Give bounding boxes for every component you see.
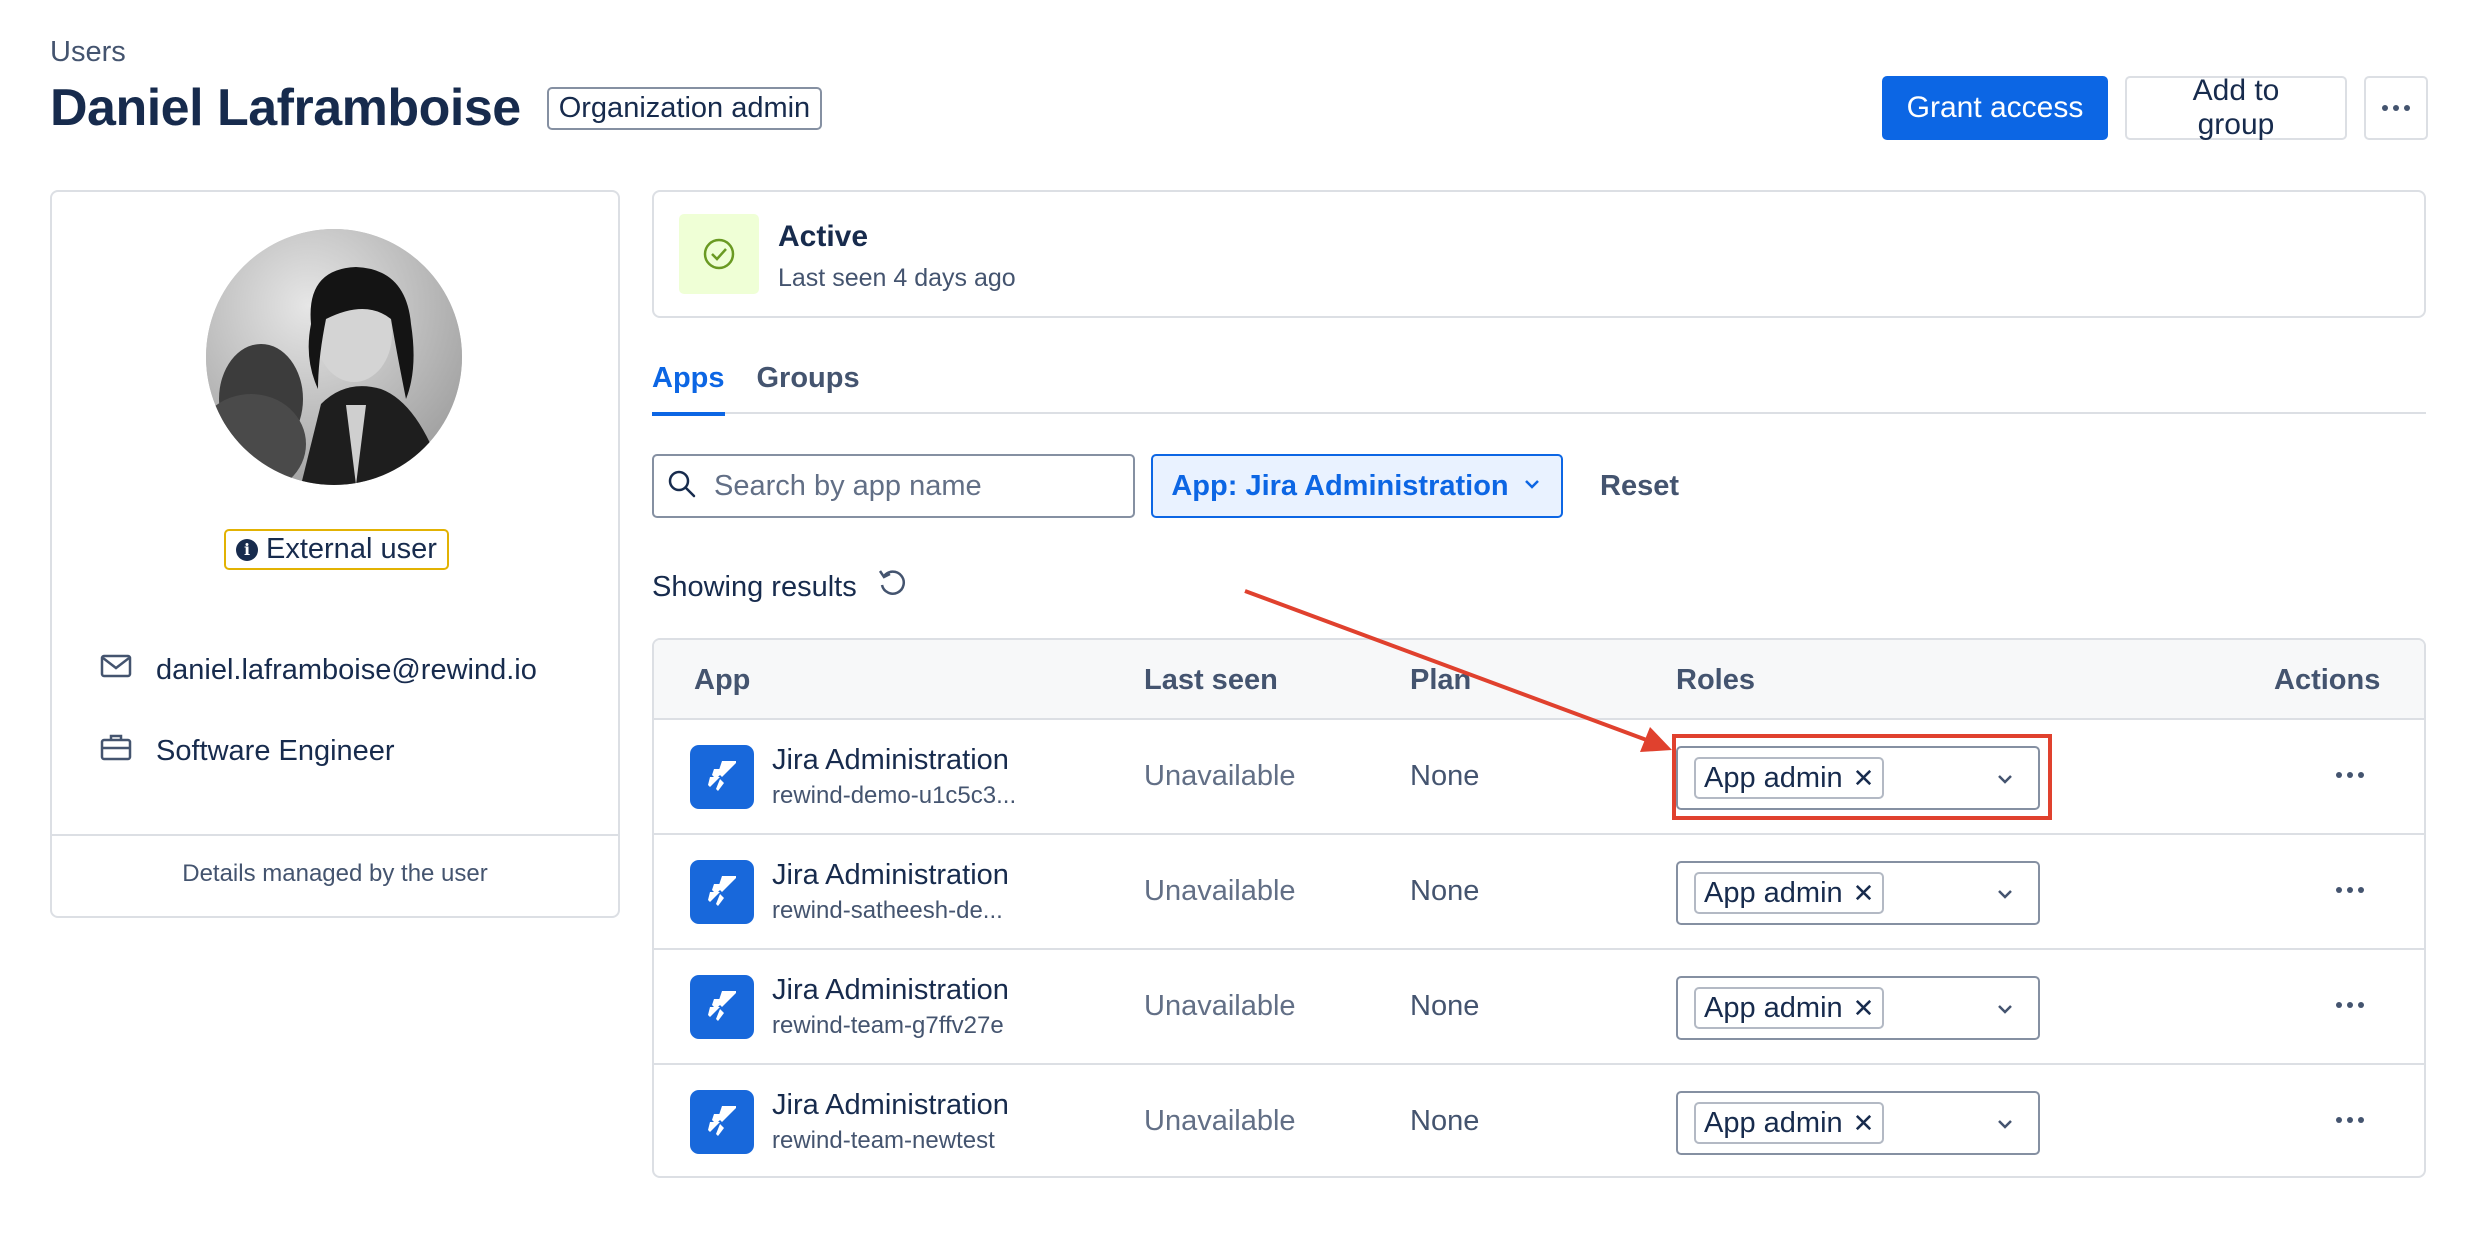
more-icon bbox=[2336, 1002, 2364, 1008]
header-actions: Actions bbox=[2274, 664, 2381, 696]
app-name: Jira Administration bbox=[772, 1089, 1009, 1121]
external-user-label: External user bbox=[266, 533, 437, 565]
avatar bbox=[206, 229, 462, 485]
email-row: daniel.laframboise@rewind.io bbox=[98, 648, 537, 692]
more-icon bbox=[2336, 887, 2364, 893]
app-name: Jira Administration bbox=[772, 744, 1009, 776]
row-actions-button[interactable] bbox=[2336, 887, 2364, 893]
roles-select[interactable]: App admin ✕ bbox=[1676, 1091, 2040, 1155]
app-name: Jira Administration bbox=[772, 859, 1009, 891]
showing-results: Showing results bbox=[652, 566, 909, 608]
chevron-down-icon bbox=[1994, 1113, 2016, 1140]
last-seen-cell: Unavailable bbox=[1144, 990, 1296, 1022]
profile-card: i External user daniel.laframboise@rewin… bbox=[50, 190, 620, 918]
jira-icon bbox=[690, 975, 754, 1039]
row-actions-button[interactable] bbox=[2336, 772, 2364, 778]
close-icon[interactable]: ✕ bbox=[1853, 878, 1875, 909]
role-tag-label: App admin bbox=[1704, 991, 1843, 1024]
jira-icon bbox=[690, 860, 754, 924]
close-icon[interactable]: ✕ bbox=[1853, 993, 1875, 1024]
table-header: App Last seen Plan Roles Actions bbox=[654, 640, 2424, 720]
app-site: rewind-demo-u1c5c3... bbox=[772, 782, 1017, 809]
add-to-group-button[interactable]: Add to group bbox=[2125, 74, 2347, 141]
jira-icon bbox=[690, 1090, 754, 1154]
search-field[interactable] bbox=[652, 454, 1135, 518]
app-site: rewind-satheesh-de... bbox=[772, 897, 1003, 924]
info-icon: i bbox=[236, 538, 258, 561]
page-title: Daniel Laframboise bbox=[50, 79, 521, 137]
app-site: rewind-team-newtest bbox=[772, 1127, 995, 1154]
grant-access-button[interactable]: Grant access bbox=[1882, 76, 2108, 140]
row-actions-button[interactable] bbox=[2336, 1002, 2364, 1008]
card-divider bbox=[52, 834, 618, 836]
last-seen-cell: Unavailable bbox=[1144, 760, 1296, 792]
status-last-seen: Last seen 4 days ago bbox=[778, 264, 1016, 292]
header-last-seen: Last seen bbox=[1144, 664, 1278, 696]
role-badge: Organization admin bbox=[546, 86, 823, 130]
plan-cell: None bbox=[1410, 990, 1480, 1022]
header-app: App bbox=[694, 664, 751, 696]
table-row: Jira Administration rewind-team-g7ffv27e… bbox=[654, 950, 2424, 1065]
tabs: Apps Groups bbox=[652, 362, 2426, 416]
more-icon bbox=[2336, 772, 2364, 778]
tab-apps[interactable]: Apps bbox=[652, 362, 725, 416]
search-input[interactable] bbox=[714, 469, 1114, 503]
header-roles: Roles bbox=[1676, 664, 1755, 696]
more-icon bbox=[2336, 1117, 2364, 1123]
chevron-down-icon bbox=[1994, 998, 2016, 1025]
table-row: Jira Administration rewind-demo-u1c5c3..… bbox=[654, 720, 2424, 835]
jira-icon bbox=[690, 745, 754, 809]
plan-cell: None bbox=[1410, 760, 1480, 792]
header-actions: Grant access Add to group bbox=[1882, 74, 2428, 141]
profile-footer: Details managed by the user bbox=[182, 860, 488, 887]
role-tag-label: App admin bbox=[1704, 876, 1843, 909]
annotation-highlight-box bbox=[1672, 734, 2052, 820]
app-filter-dropdown[interactable]: App: Jira Administration bbox=[1151, 454, 1563, 518]
header-plan: Plan bbox=[1410, 664, 1472, 696]
plan-cell: None bbox=[1410, 875, 1480, 907]
apps-table: App Last seen Plan Roles Actions Jira Ad… bbox=[652, 638, 2426, 1178]
briefcase-icon bbox=[98, 729, 134, 773]
role-tag: App admin ✕ bbox=[1694, 872, 1885, 914]
roles-select[interactable]: App admin ✕ bbox=[1676, 861, 2040, 925]
breadcrumb[interactable]: Users bbox=[50, 36, 126, 69]
refresh-icon[interactable] bbox=[875, 566, 909, 608]
table-row: Jira Administration rewind-team-newtest … bbox=[654, 1065, 2424, 1176]
job-title-row: Software Engineer bbox=[98, 729, 395, 773]
chevron-down-icon bbox=[1521, 470, 1543, 503]
table-row: Jira Administration rewind-satheesh-de..… bbox=[654, 835, 2424, 950]
more-icon bbox=[2382, 105, 2410, 111]
job-title-text: Software Engineer bbox=[156, 734, 395, 767]
search-icon bbox=[666, 468, 698, 505]
plan-cell: None bbox=[1410, 1105, 1480, 1137]
last-seen-cell: Unavailable bbox=[1144, 1105, 1296, 1137]
chevron-down-icon bbox=[1994, 883, 2016, 910]
app-site: rewind-team-g7ffv27e bbox=[772, 1012, 1004, 1039]
check-circle-icon bbox=[679, 214, 759, 294]
reset-button[interactable]: Reset bbox=[1600, 470, 1679, 503]
app-name: Jira Administration bbox=[772, 974, 1009, 1006]
last-seen-cell: Unavailable bbox=[1144, 875, 1296, 907]
role-tag: App admin ✕ bbox=[1694, 987, 1885, 1029]
email-text: daniel.laframboise@rewind.io bbox=[156, 653, 537, 686]
tab-groups[interactable]: Groups bbox=[757, 362, 860, 414]
roles-select[interactable]: App admin ✕ bbox=[1676, 976, 2040, 1040]
role-tag-label: App admin bbox=[1704, 1106, 1843, 1139]
status-title: Active bbox=[778, 220, 869, 253]
role-tag: App admin ✕ bbox=[1694, 1102, 1885, 1144]
external-user-badge: i External user bbox=[224, 529, 449, 570]
showing-results-label: Showing results bbox=[652, 570, 857, 603]
row-actions-button[interactable] bbox=[2336, 1117, 2364, 1123]
title-row: Daniel Laframboise Organization admin bbox=[50, 78, 823, 138]
close-icon[interactable]: ✕ bbox=[1853, 1108, 1875, 1139]
more-actions-button[interactable] bbox=[2364, 76, 2428, 140]
envelope-icon bbox=[98, 648, 134, 692]
status-card: Active Last seen 4 days ago bbox=[652, 190, 2426, 318]
app-filter-label: App: Jira Administration bbox=[1171, 469, 1509, 502]
